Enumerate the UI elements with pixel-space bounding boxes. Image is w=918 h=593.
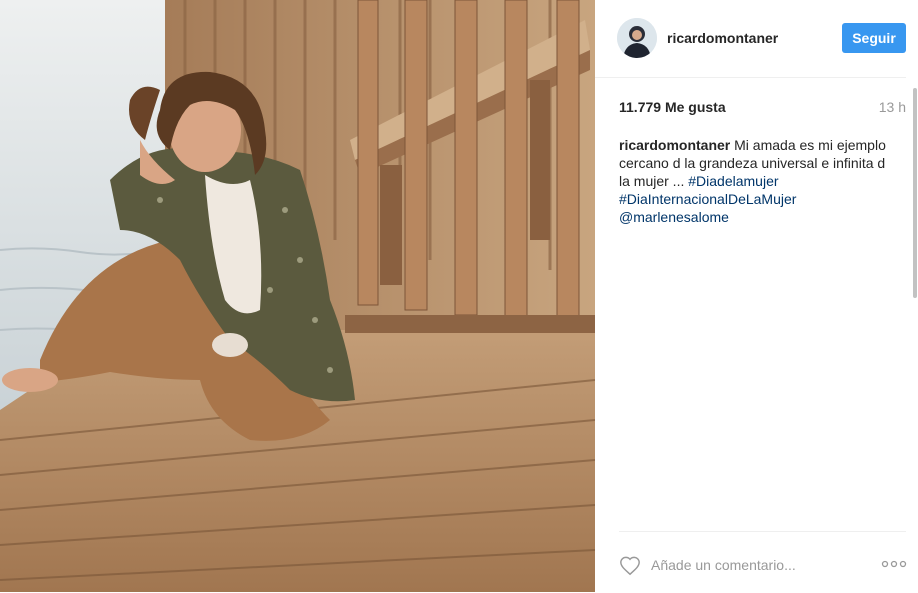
comment-bar [619, 531, 907, 593]
avatar[interactable] [617, 18, 657, 58]
scrollbar[interactable] [913, 88, 917, 298]
hashtag-link[interactable]: #Diadelamujer [688, 173, 778, 189]
like-count[interactable]: 11.779 Me gusta [619, 99, 726, 115]
hashtag-link[interactable]: #DiaInternacionalDeLaMujer [619, 191, 796, 207]
heart-icon[interactable] [619, 555, 641, 577]
mention-link[interactable]: @marlenesalome [619, 209, 729, 225]
post-timestamp[interactable]: 13 h [867, 99, 906, 115]
post-header: ricardomontaner Seguir [595, 0, 906, 78]
post-photo-image [0, 0, 595, 592]
post-photo[interactable] [0, 0, 595, 592]
post-username[interactable]: ricardomontaner [667, 30, 778, 46]
caption-username[interactable]: ricardomontaner [619, 137, 730, 153]
post-caption: ricardomontaner Mi amada es mi ejemplo c… [619, 136, 891, 226]
post-sidebar: ricardomontaner Seguir 11.779 Me gusta 1… [595, 0, 918, 592]
comment-input[interactable] [651, 554, 871, 576]
profile-avatar-icon [617, 18, 657, 58]
more-options-icon[interactable] [881, 559, 907, 569]
follow-button[interactable]: Seguir [842, 23, 906, 53]
